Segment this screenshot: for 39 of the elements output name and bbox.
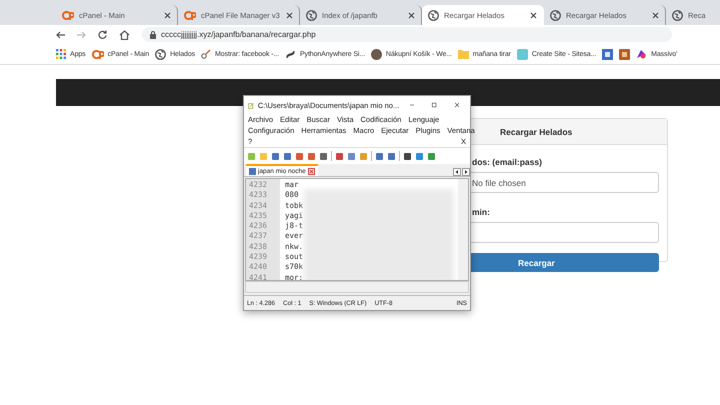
link-icon bbox=[201, 49, 212, 59]
bird-icon bbox=[636, 48, 648, 60]
globe-icon bbox=[155, 48, 166, 60]
close-icon[interactable] bbox=[652, 12, 659, 18]
close-icon[interactable] bbox=[454, 101, 459, 109]
snake-icon bbox=[284, 48, 296, 60]
maximize-icon[interactable] bbox=[432, 101, 437, 109]
folder-icon bbox=[458, 49, 469, 59]
avatar-icon bbox=[370, 48, 382, 60]
scroll-left-icon[interactable] bbox=[453, 168, 461, 176]
site-icon bbox=[516, 48, 528, 60]
tile-icon[interactable] bbox=[619, 48, 630, 60]
close-icon[interactable] bbox=[530, 12, 537, 18]
close-icon[interactable] bbox=[408, 12, 415, 18]
close-icon[interactable] bbox=[286, 12, 293, 18]
close-icon[interactable] bbox=[308, 168, 315, 174]
scroll-right-icon[interactable] bbox=[462, 168, 470, 176]
globe-icon bbox=[672, 10, 683, 20]
lock-icon bbox=[150, 30, 156, 38]
back-icon[interactable] bbox=[56, 30, 65, 38]
field-label: dos: (email:pass) bbox=[471, 156, 543, 168]
globe-icon bbox=[550, 10, 561, 20]
square-logo-icon[interactable] bbox=[602, 48, 614, 60]
globe-icon bbox=[306, 10, 317, 20]
field-label: min: bbox=[471, 206, 491, 218]
file-input[interactable]: No file chosen bbox=[470, 172, 659, 193]
vertical-scrollbar[interactable] bbox=[458, 179, 468, 280]
recargar-button[interactable]: Recargar bbox=[470, 253, 659, 272]
cpanel-logo-icon bbox=[184, 10, 196, 20]
horizontal-scrollbar[interactable] bbox=[245, 281, 469, 293]
reload-icon[interactable] bbox=[98, 30, 107, 39]
address-bar[interactable]: ccccсjjjjjjjjj.xyz/japanfb/banana/recargar.php bbox=[142, 27, 672, 42]
cpanel-logo-icon bbox=[62, 10, 74, 20]
cpanel-logo-icon bbox=[92, 50, 104, 58]
globe-icon bbox=[428, 10, 439, 20]
apps-grid-icon bbox=[56, 49, 66, 59]
input-field[interactable] bbox=[470, 222, 659, 243]
home-icon[interactable] bbox=[119, 30, 130, 40]
close-icon[interactable] bbox=[164, 12, 171, 18]
